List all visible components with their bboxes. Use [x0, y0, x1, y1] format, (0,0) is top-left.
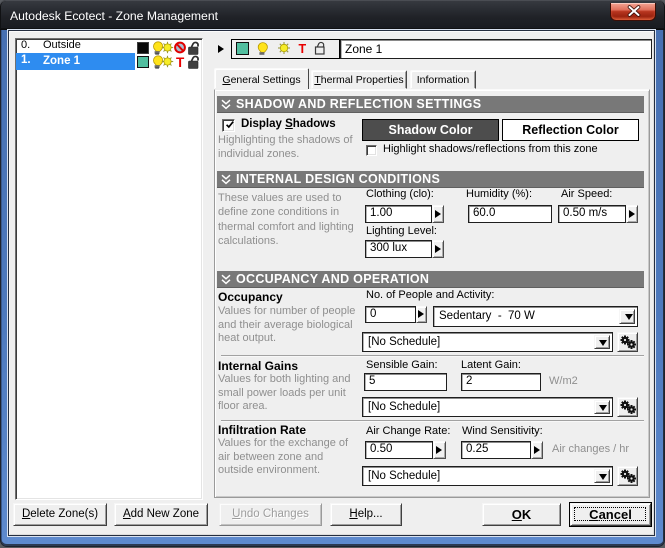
- svg-text:T: T: [299, 42, 307, 56]
- svg-text:T: T: [176, 55, 185, 70]
